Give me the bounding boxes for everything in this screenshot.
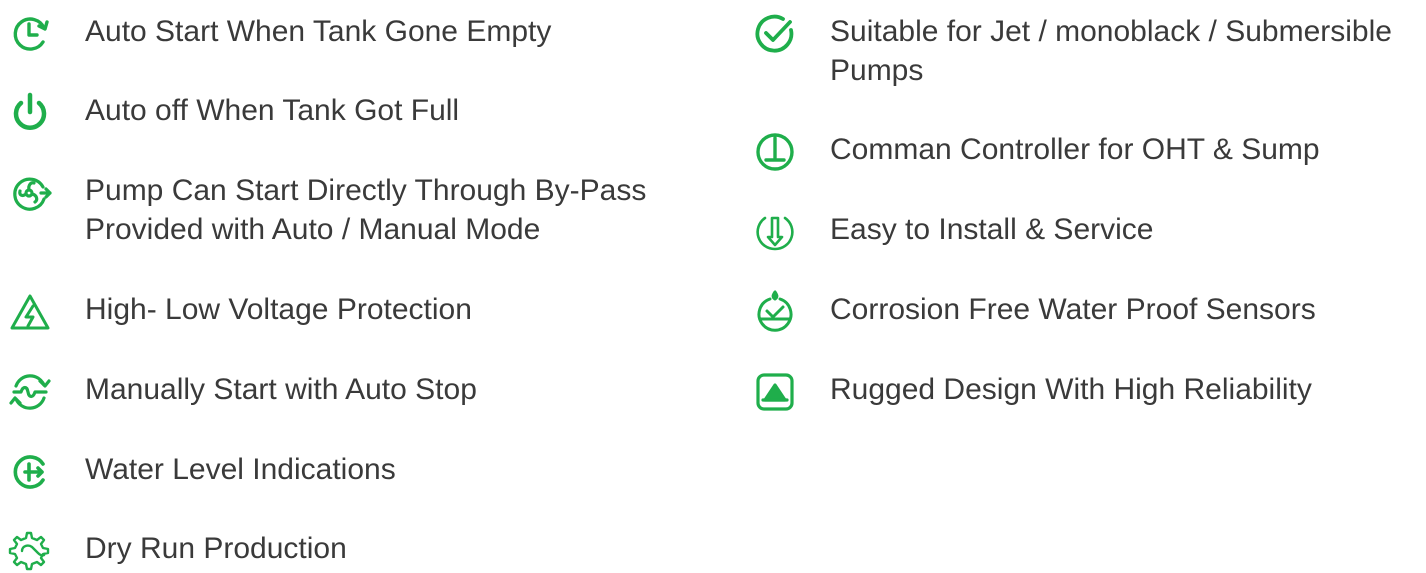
- voltage-warning-icon: [8, 290, 52, 334]
- feature-item: Water Level Indications: [8, 450, 396, 494]
- feature-label: Dry Run Production: [85, 532, 347, 565]
- level-indicator-icon: [8, 450, 52, 494]
- feature-label: Manually Start with Auto Stop: [85, 373, 477, 406]
- controller-icon: [753, 130, 797, 174]
- feature-label: Auto Start When Tank Gone Empty: [85, 15, 552, 48]
- feature-item: Rugged Design With High Reliability: [753, 370, 1312, 414]
- water-drop-check-icon: [753, 290, 797, 334]
- install-arrow-icon: [753, 210, 797, 254]
- gear-pipe-icon: [8, 529, 52, 573]
- check-circle-icon: [753, 12, 797, 56]
- feature-label: Rugged Design With High Reliability: [830, 373, 1312, 406]
- feature-item: Pump Can Start Directly Through By-Pass …: [8, 171, 646, 249]
- cycle-wave-icon: [8, 370, 52, 414]
- feature-label: Suitable for Jet / monoblack / Submersib…: [830, 15, 1392, 87]
- feature-item: Dry Run Production: [8, 529, 347, 573]
- feature-item: Auto Start When Tank Gone Empty: [8, 12, 551, 56]
- feature-label: Comman Controller for OHT & Sump: [830, 133, 1320, 166]
- feature-label: High- Low Voltage Protection: [85, 293, 472, 326]
- fan-bypass-icon: [8, 171, 52, 215]
- feature-item: Auto off When Tank Got Full: [8, 91, 459, 135]
- feature-label: Auto off When Tank Got Full: [85, 94, 460, 127]
- feature-item: Comman Controller for OHT & Sump: [753, 130, 1320, 174]
- feature-label: Pump Can Start Directly Through By-Pass …: [85, 174, 647, 246]
- clock-restart-icon: [8, 12, 52, 56]
- feature-item: Suitable for Jet / monoblack / Submersib…: [753, 12, 1392, 90]
- feature-label: Easy to Install & Service: [830, 213, 1154, 246]
- feature-item: High- Low Voltage Protection: [8, 290, 472, 334]
- feature-label: Water Level Indications: [85, 453, 396, 486]
- power-icon: [8, 91, 52, 135]
- feature-item: Manually Start with Auto Stop: [8, 370, 477, 414]
- rugged-box-icon: [753, 370, 797, 414]
- feature-label: Corrosion Free Water Proof Sensors: [830, 293, 1316, 326]
- feature-item: Easy to Install & Service: [753, 210, 1153, 254]
- feature-item: Corrosion Free Water Proof Sensors: [753, 290, 1316, 334]
